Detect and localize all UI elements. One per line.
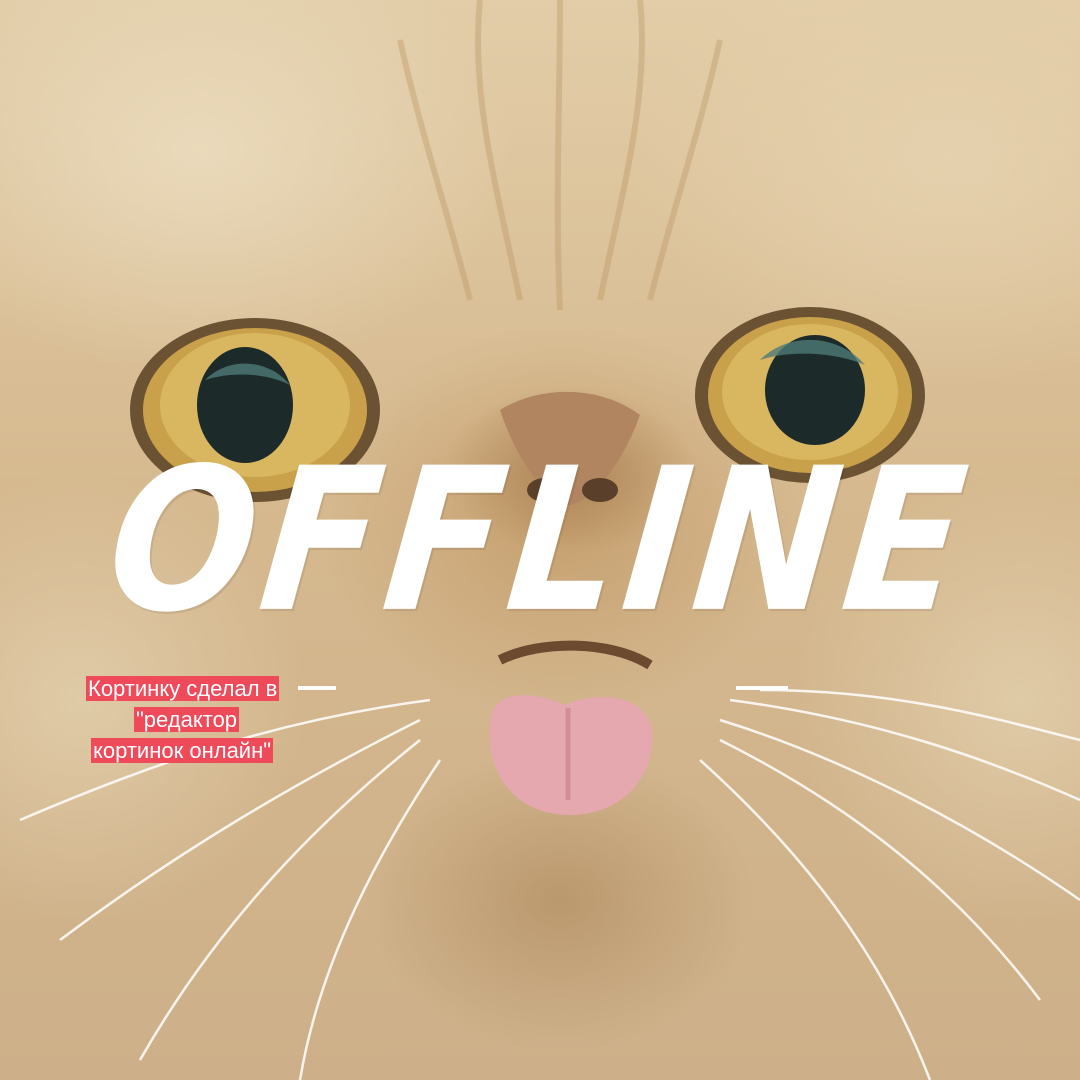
cat-tongue — [489, 640, 653, 815]
caption-line-3: кортинок онлайн" — [91, 738, 274, 763]
caption-line-2: "редактор — [134, 707, 240, 732]
cat-photo: OFFLINE Кортинку сделал в "редактор корт… — [0, 0, 1080, 1080]
title-dash-right — [736, 686, 788, 690]
title-dash-left — [298, 686, 336, 690]
offline-title: OFFLINE — [98, 424, 982, 656]
caption-line-1: Кортинку сделал в — [86, 676, 280, 701]
